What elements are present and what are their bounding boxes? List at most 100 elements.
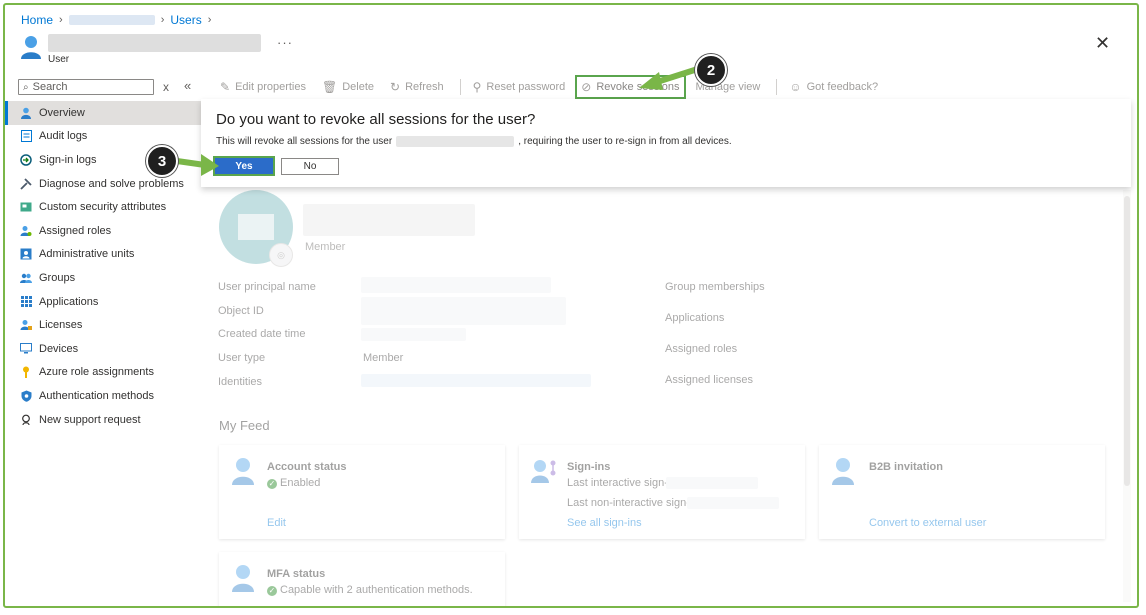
- trash-icon: 🗑: [322, 80, 338, 94]
- person-icon: [20, 107, 32, 119]
- prop-group-memberships: Group memberships: [665, 281, 765, 293]
- user-icon: [232, 458, 254, 485]
- admin-unit-icon: [20, 248, 32, 260]
- attribute-icon: [20, 201, 32, 213]
- sidebar-item-licenses[interactable]: Licenses: [5, 313, 201, 337]
- arrow-callout-3: [175, 154, 219, 176]
- user-icon: [21, 36, 41, 59]
- apps-grid-icon: [20, 296, 32, 308]
- close-icon[interactable]: ✕: [1095, 33, 1110, 54]
- sidebar-item-label: Custom security attributes: [39, 201, 167, 214]
- sidebar-item-label: Groups: [39, 271, 76, 284]
- convert-external-user-link[interactable]: Convert to external user: [869, 517, 986, 529]
- dialog-user-redacted: [396, 136, 515, 147]
- sidebar-item-label: New support request: [39, 413, 141, 426]
- search-input[interactable]: ⌕ Search: [18, 79, 154, 95]
- no-button[interactable]: No: [281, 158, 339, 175]
- log-icon: [20, 130, 32, 143]
- camera-icon[interactable]: ◎: [269, 243, 293, 267]
- sidebar-item-label: Devices: [39, 342, 79, 355]
- sidebar-item-audit-logs[interactable]: Audit logs: [5, 125, 201, 149]
- breadcrumb-users[interactable]: Users: [170, 13, 201, 27]
- edit-account-link[interactable]: Edit: [267, 517, 286, 529]
- toolbar-divider: [776, 79, 778, 95]
- sidebar-item-authentication-methods[interactable]: Authentication methods: [5, 384, 201, 408]
- shield-icon: [20, 390, 32, 402]
- sidebar-item-label: Administrative units: [39, 248, 135, 261]
- my-feed-title: My Feed: [219, 418, 270, 433]
- feedback-button[interactable]: ☺ Got feedback?: [789, 80, 878, 94]
- sidebar-item-groups[interactable]: Groups: [5, 266, 201, 290]
- last-interactive-label: Last interactive sign-in:: [567, 477, 680, 489]
- more-options-button[interactable]: ···: [277, 35, 293, 50]
- delete-button[interactable]: 🗑 Delete: [322, 80, 374, 94]
- user-name-redacted: [48, 34, 261, 52]
- display-name-redacted: [303, 204, 475, 236]
- last-noninteractive-label: Last non-interactive sign-in:: [567, 497, 702, 509]
- sidebar-item-azure-role-assignments[interactable]: Azure role assignments: [5, 361, 201, 385]
- sidebar-item-new-support-request[interactable]: New support request: [5, 408, 201, 432]
- delete-label: Delete: [342, 81, 375, 93]
- breadcrumb-user-redacted[interactable]: [68, 15, 155, 25]
- account-status-card: Account status ✓ Enabled Edit: [219, 445, 505, 539]
- edit-properties-button[interactable]: ✎ Edit properties: [220, 80, 306, 94]
- feedback-icon: ☺: [789, 80, 802, 94]
- upn-value-redacted: [361, 277, 551, 293]
- refresh-label: Refresh: [405, 81, 444, 93]
- chevron-right-icon: ›: [160, 14, 165, 26]
- main-scrollbar[interactable]: [1123, 190, 1131, 602]
- sidebar-item-assigned-roles[interactable]: Assigned roles: [5, 219, 201, 243]
- dialog-message: This will revoke all sessions for the us…: [216, 136, 732, 147]
- sidebar-item-label: Audit logs: [39, 130, 88, 143]
- reset-password-button[interactable]: ⚲ Reset password: [473, 80, 566, 94]
- collapse-sidebar-icon[interactable]: «: [184, 78, 191, 93]
- sidebar-item-label: Applications: [39, 295, 99, 308]
- sidebar-item-label: Azure role assignments: [39, 366, 154, 379]
- key-icon: [20, 366, 32, 379]
- prop-created-date-time: Created date time: [218, 328, 306, 340]
- group-icon: [20, 272, 32, 284]
- pencil-icon: ✎: [220, 80, 231, 94]
- sidebar-item-applications[interactable]: Applications: [5, 290, 201, 314]
- reset-password-label: Reset password: [486, 81, 566, 93]
- dialog-message-end: , requiring the user to re-sign in from …: [518, 136, 732, 147]
- sidebar-item-label: Assigned roles: [39, 224, 112, 237]
- sidebar-item-label: Authentication methods: [39, 389, 154, 402]
- mfa-status-title: MFA status: [267, 568, 326, 580]
- revoke-sessions-dialog: Do you want to revoke all sessions for t…: [201, 99, 1131, 187]
- wrench-icon: [20, 177, 32, 190]
- refresh-icon: ↻: [390, 80, 401, 94]
- sign-ins-title: Sign-ins: [567, 461, 611, 473]
- search-placeholder: Search: [32, 81, 68, 93]
- step-3-badge: 3: [146, 145, 178, 177]
- prop-object-id: Object ID: [218, 305, 264, 317]
- sidebar-item-label: Overview: [39, 106, 85, 119]
- license-icon: [20, 319, 32, 331]
- b2b-invitation-card: B2B invitation Convert to external user: [819, 445, 1105, 539]
- sidebar-item-diagnose[interactable]: Diagnose and solve problems: [5, 172, 201, 196]
- prop-user-principal-name: User principal name: [218, 281, 316, 293]
- role-icon: [20, 225, 32, 237]
- sidebar-item-devices[interactable]: Devices: [5, 337, 201, 361]
- clear-search-icon[interactable]: x: [163, 80, 169, 94]
- see-all-sign-ins-link[interactable]: See all sign-ins: [567, 517, 642, 529]
- prop-assigned-roles: Assigned roles: [665, 343, 738, 355]
- last-interactive-redacted: [666, 477, 758, 489]
- mfa-status-value: ✓ Capable with 2 authentication methods.: [267, 584, 473, 596]
- user-type-value: Member: [363, 352, 404, 364]
- refresh-button[interactable]: ↻ Refresh: [390, 80, 444, 94]
- sidebar-item-custom-security-attributes[interactable]: Custom security attributes: [5, 195, 201, 219]
- toolbar-divider: [459, 79, 461, 95]
- object-id-value-redacted: [361, 297, 566, 325]
- device-icon: [20, 343, 32, 355]
- breadcrumb-home[interactable]: Home: [21, 13, 53, 27]
- sidebar-item-administrative-units[interactable]: Administrative units: [5, 243, 201, 267]
- step-2-badge: 2: [695, 54, 727, 86]
- edit-properties-label: Edit properties: [235, 81, 306, 93]
- sidebar-item-overview[interactable]: Overview: [5, 101, 201, 125]
- signin-icon: [20, 154, 32, 166]
- user-icon: [232, 565, 254, 592]
- dialog-message-start: This will revoke all sessions for the us…: [216, 136, 393, 147]
- breadcrumb: Home › › Users ›: [21, 13, 211, 27]
- key-search-icon: ⚲: [472, 80, 482, 94]
